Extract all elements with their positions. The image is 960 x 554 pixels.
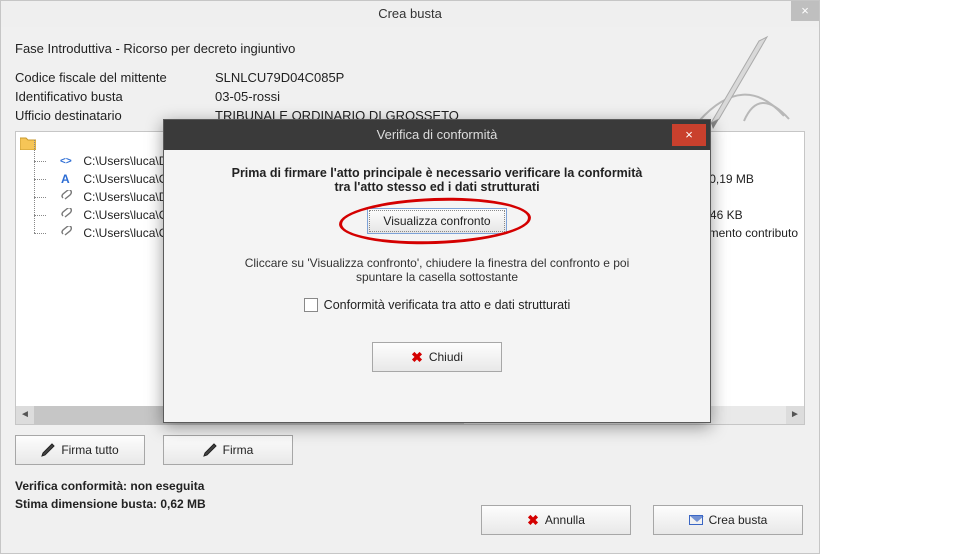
verifica-conformita-dialog: Verifica di conformità × Prima di firmar… xyxy=(163,119,711,423)
main-window: Crea busta × Fase Introduttiva - Ricorso… xyxy=(0,0,820,554)
annulla-button[interactable]: ✖ Annulla xyxy=(481,505,631,535)
footer-buttons: ✖ Annulla Crea busta xyxy=(481,505,803,535)
visualizza-confronto-button[interactable]: Visualizza confronto xyxy=(367,208,507,234)
visualizza-confronto-wrap: Visualizza confronto xyxy=(367,208,507,234)
sign-buttons-row: Firma tutto Firma xyxy=(15,435,805,465)
dialog-hint: Cliccare su 'Visualizza confronto', chiu… xyxy=(184,256,690,284)
visualizza-confronto-label: Visualizza confronto xyxy=(383,214,490,228)
conformita-checkbox-label: Conformità verificata tra atto e dati st… xyxy=(324,298,571,312)
verifica-status: Verifica conformità: non eseguita xyxy=(15,479,805,493)
id-label: Identificativo busta xyxy=(15,89,215,104)
cf-label: Codice fiscale del mittente xyxy=(15,70,215,85)
dialog-titlebar: Verifica di conformità × xyxy=(164,120,710,150)
x-icon: ✖ xyxy=(527,512,539,529)
pen-icon xyxy=(203,443,217,457)
crea-busta-button[interactable]: Crea busta xyxy=(653,505,803,535)
firma-tutto-label: Firma tutto xyxy=(61,443,118,457)
crea-busta-label: Crea busta xyxy=(709,513,768,527)
mail-icon xyxy=(689,515,703,525)
attachment-icon xyxy=(60,189,74,201)
pen-illustration xyxy=(689,31,799,131)
pen-icon xyxy=(41,443,55,457)
id-value: 03-05-rossi xyxy=(215,89,280,104)
info-row-cf: Codice fiscale del mittente SLNLCU79D04C… xyxy=(15,70,805,85)
window-title: Crea busta xyxy=(378,6,442,21)
dialog-title: Verifica di conformità xyxy=(377,127,498,142)
firma-button[interactable]: Firma xyxy=(163,435,293,465)
scroll-left-arrow[interactable]: ◄ xyxy=(16,406,34,424)
firma-tutto-button[interactable]: Firma tutto xyxy=(15,435,145,465)
doc-a-icon: A xyxy=(60,171,74,183)
conformita-checkbox[interactable] xyxy=(304,298,318,312)
chiudi-button[interactable]: ✖ Chiudi xyxy=(372,342,502,372)
annulla-label: Annulla xyxy=(545,513,585,527)
hint-line-1: Cliccare su 'Visualizza confronto', chiu… xyxy=(245,256,630,270)
attachment-icon xyxy=(60,207,74,219)
chiudi-label: Chiudi xyxy=(429,350,463,364)
x-icon: ✖ xyxy=(411,349,423,366)
dialog-body: Prima di firmare l'atto principale è nec… xyxy=(164,150,710,384)
phase-label: Fase Introduttiva - Ricorso per decreto … xyxy=(15,41,805,56)
svg-text:<>: <> xyxy=(60,156,72,166)
window-titlebar: Crea busta × xyxy=(1,1,819,27)
lead-line-1: Prima di firmare l'atto principale è nec… xyxy=(232,166,643,180)
attachment-icon xyxy=(60,225,74,237)
cf-value: SLNLCU79D04C085P xyxy=(215,70,344,85)
dialog-lead-text: Prima di firmare l'atto principale è nec… xyxy=(184,166,690,194)
hint-line-2: spuntare la casella sottostante xyxy=(356,270,518,284)
window-close-button[interactable]: × xyxy=(791,1,819,21)
firma-label: Firma xyxy=(223,443,254,457)
scroll-right-arrow[interactable]: ► xyxy=(786,406,804,424)
lead-line-2: tra l'atto stesso ed i dati strutturati xyxy=(334,180,539,194)
info-row-id: Identificativo busta 03-05-rossi xyxy=(15,89,805,104)
svg-text:A: A xyxy=(61,172,70,184)
dialog-close-button[interactable]: × xyxy=(672,124,706,146)
conformita-checkbox-row: Conformità verificata tra atto e dati st… xyxy=(184,298,690,312)
xml-icon: <> xyxy=(60,153,74,165)
